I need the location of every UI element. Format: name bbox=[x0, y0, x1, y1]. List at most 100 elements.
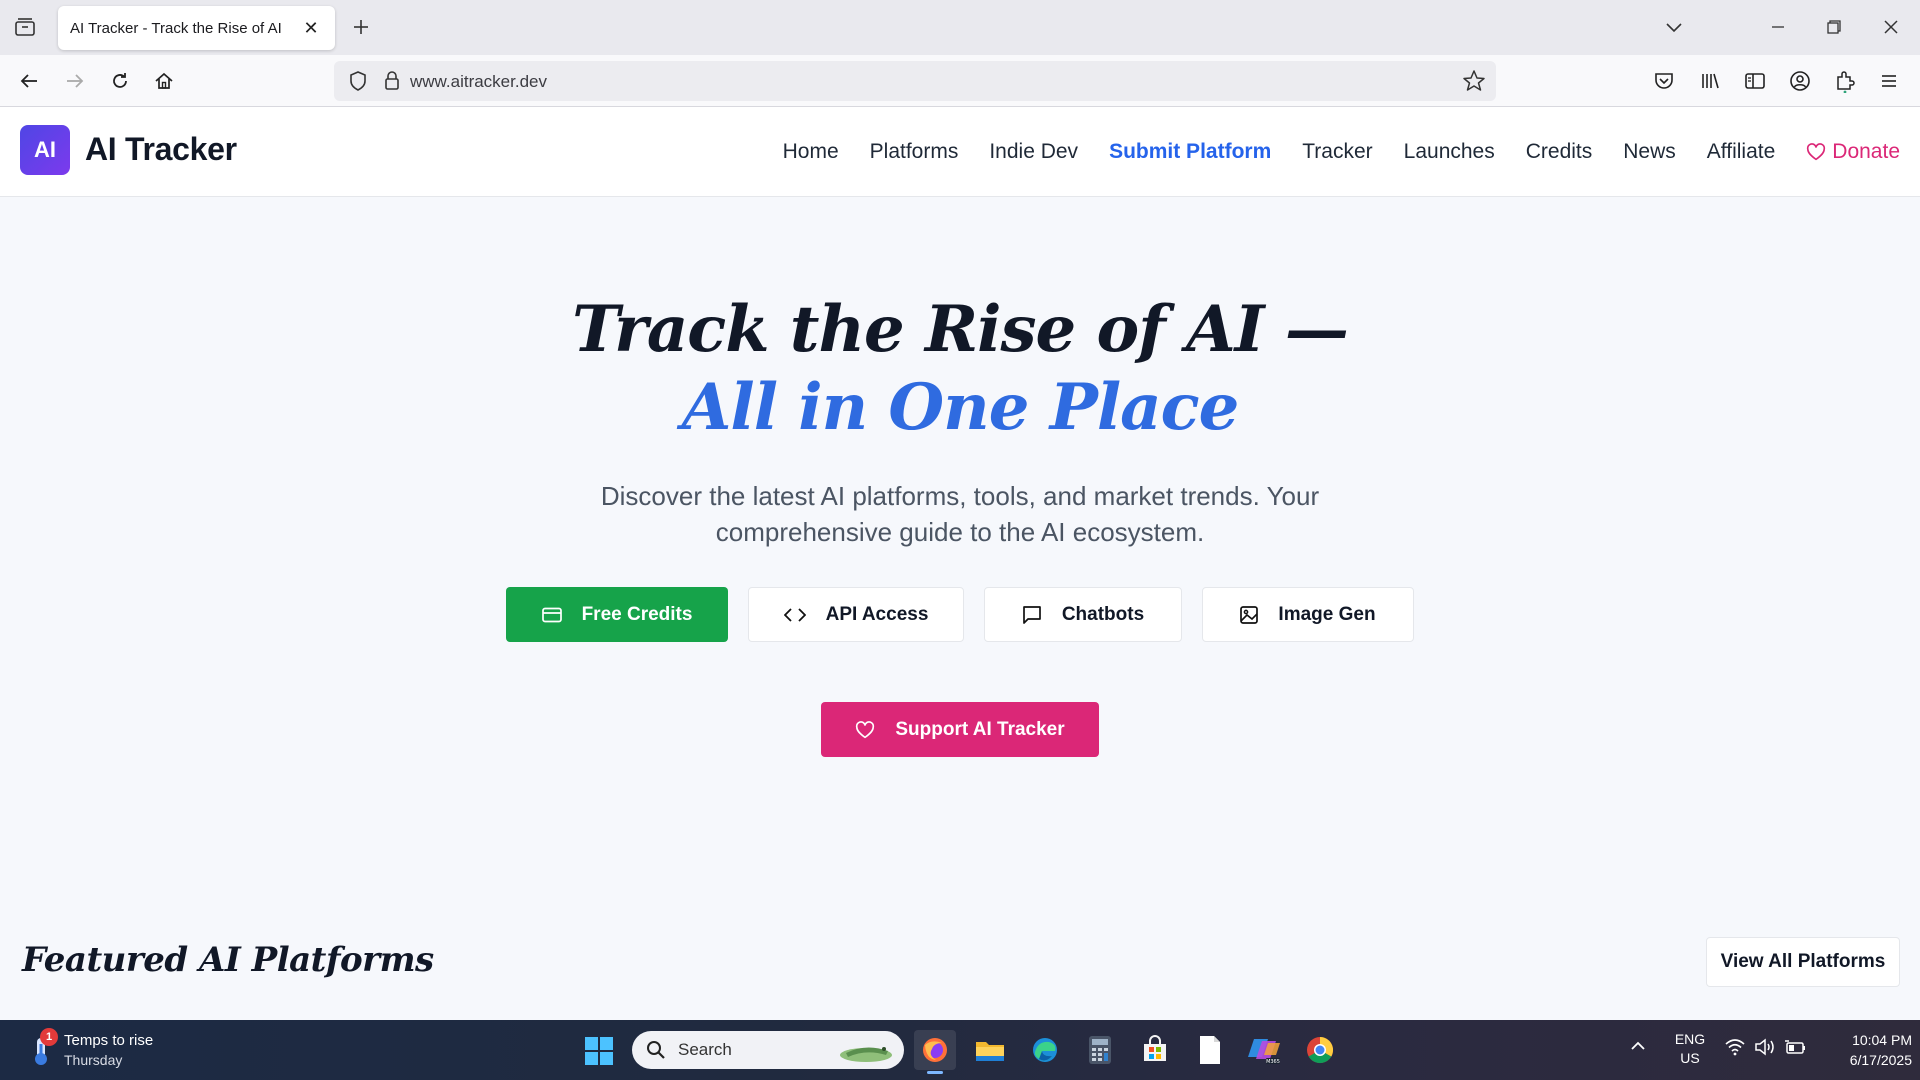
tab-title: AI Tracker - Track the Rise of AI bbox=[70, 19, 282, 37]
nav-indie-dev[interactable]: Indie Dev bbox=[989, 140, 1078, 164]
hero-title-highlight: All in One Place bbox=[681, 370, 1240, 445]
chrome-icon bbox=[1307, 1036, 1334, 1064]
language-indicator[interactable]: ENG US bbox=[1670, 1030, 1710, 1068]
list-all-tabs-icon[interactable] bbox=[1656, 10, 1692, 44]
weather-badge: 1 bbox=[40, 1028, 58, 1046]
account-icon[interactable] bbox=[1783, 64, 1817, 98]
weather-title: Temps to rise bbox=[64, 1032, 154, 1049]
windows-logo-icon bbox=[585, 1037, 613, 1065]
microsoft-365-icon: M365 bbox=[1248, 1039, 1280, 1065]
tab-close-icon[interactable]: ✕ bbox=[299, 16, 323, 40]
hero-title: Track the Rise of AI — bbox=[572, 292, 1349, 367]
image-gen-button[interactable]: Image Gen bbox=[1202, 587, 1414, 642]
image-icon bbox=[1240, 605, 1259, 624]
view-all-platforms-button[interactable]: View All Platforms bbox=[1706, 937, 1900, 987]
battery-icon[interactable] bbox=[1784, 1038, 1806, 1061]
extensions-icon[interactable] bbox=[1828, 64, 1862, 98]
bookmark-star-icon[interactable] bbox=[1458, 65, 1490, 102]
taskbar-store[interactable] bbox=[1134, 1030, 1176, 1070]
main-nav: Home Platforms Indie Dev Submit Platform… bbox=[752, 107, 1900, 197]
donate-label: Donate bbox=[1832, 140, 1900, 163]
sidebar-icon[interactable] bbox=[1738, 64, 1772, 98]
home-icon[interactable] bbox=[147, 64, 181, 98]
nav-launches[interactable]: Launches bbox=[1404, 140, 1495, 164]
taskbar-calculator[interactable] bbox=[1079, 1030, 1121, 1070]
calculator-icon bbox=[1089, 1036, 1111, 1064]
nav-platforms[interactable]: Platforms bbox=[870, 140, 959, 164]
taskbar-edge[interactable] bbox=[1024, 1030, 1066, 1070]
document-icon bbox=[1200, 1036, 1220, 1064]
forward-icon[interactable] bbox=[58, 64, 92, 98]
taskbar-m365[interactable]: M365 bbox=[1244, 1030, 1286, 1070]
logo-text[interactable]: AI Tracker bbox=[85, 131, 237, 168]
volume-icon[interactable] bbox=[1754, 1038, 1776, 1061]
logo-badge[interactable]: AI bbox=[20, 125, 70, 175]
clock-date: 6/17/2025 bbox=[1849, 1052, 1912, 1068]
svg-text:M365: M365 bbox=[1266, 1059, 1280, 1065]
taskbar-search-placeholder: Search bbox=[678, 1040, 732, 1059]
featured-section-title: Featured AI Platforms bbox=[22, 940, 434, 980]
language-code: ENG bbox=[1674, 1031, 1706, 1047]
code-icon bbox=[783, 607, 806, 622]
new-tab-icon[interactable] bbox=[346, 12, 376, 42]
nav-news[interactable]: News bbox=[1623, 140, 1676, 164]
browser-toolbar: www.aitracker.dev bbox=[0, 55, 1920, 107]
region-code: US bbox=[1680, 1050, 1700, 1066]
tab-list-icon[interactable] bbox=[8, 12, 42, 42]
clock-time: 10:04 PM bbox=[1852, 1032, 1912, 1048]
restore-icon[interactable] bbox=[1816, 10, 1852, 44]
nav-tracker[interactable]: Tracker bbox=[1302, 140, 1372, 164]
chatbots-button[interactable]: Chatbots bbox=[984, 587, 1182, 642]
search-icon bbox=[647, 1041, 665, 1059]
weather-subtitle: Thursday bbox=[64, 1052, 123, 1068]
weather-widget[interactable]: 1 Temps to rise Thursday bbox=[24, 1028, 224, 1072]
chat-bubble-icon bbox=[1022, 605, 1041, 624]
support-button[interactable]: Support AI Tracker bbox=[821, 702, 1099, 757]
taskbar-search[interactable]: Search bbox=[632, 1031, 904, 1069]
chatbots-label: Chatbots bbox=[1061, 603, 1145, 625]
start-button[interactable] bbox=[584, 1036, 614, 1071]
taskbar: 1 Temps to rise Thursday Search M365 ENG… bbox=[0, 1020, 1920, 1080]
site-header: AI AI Tracker Home Platforms Indie Dev S… bbox=[0, 107, 1920, 197]
taskbar-notepad[interactable] bbox=[1189, 1030, 1231, 1070]
browser-tab-active[interactable]: AI Tracker - Track the Rise of AI ✕ bbox=[58, 6, 335, 50]
image-gen-label: Image Gen bbox=[1278, 603, 1376, 625]
credit-card-icon bbox=[541, 607, 562, 622]
nav-home[interactable]: Home bbox=[783, 140, 839, 164]
url-text[interactable]: www.aitracker.dev bbox=[410, 72, 547, 92]
tracking-protection-shield-icon[interactable] bbox=[342, 65, 374, 102]
nav-donate[interactable]: Donate bbox=[1806, 140, 1900, 164]
wifi-icon[interactable] bbox=[1724, 1038, 1746, 1061]
lock-icon[interactable] bbox=[376, 65, 408, 102]
system-clock[interactable]: 10:04 PM 6/17/2025 bbox=[1812, 1030, 1912, 1070]
menu-icon[interactable] bbox=[1872, 64, 1906, 98]
minimize-icon[interactable] bbox=[1760, 10, 1796, 44]
firefox-icon bbox=[923, 1038, 947, 1062]
nav-credits[interactable]: Credits bbox=[1526, 140, 1593, 164]
pocket-icon[interactable] bbox=[1647, 64, 1681, 98]
support-label: Support AI Tracker bbox=[895, 718, 1065, 740]
nav-submit-platform[interactable]: Submit Platform bbox=[1109, 140, 1271, 164]
close-window-icon[interactable] bbox=[1873, 10, 1909, 44]
search-highlight-image bbox=[840, 1047, 892, 1062]
taskbar-file-explorer[interactable] bbox=[969, 1030, 1011, 1070]
chevron-up-icon bbox=[1631, 1041, 1645, 1050]
free-credits-button[interactable]: Free Credits bbox=[506, 587, 728, 642]
back-icon[interactable] bbox=[12, 64, 46, 98]
api-access-label: API Access bbox=[825, 603, 929, 625]
taskbar-chrome[interactable] bbox=[1299, 1030, 1341, 1070]
edge-icon bbox=[1033, 1038, 1057, 1062]
heart-icon bbox=[1807, 143, 1826, 161]
browser-tab-bar: AI Tracker - Track the Rise of AI ✕ bbox=[0, 0, 1920, 55]
api-access-button[interactable]: API Access bbox=[748, 587, 964, 642]
taskbar-firefox[interactable] bbox=[914, 1030, 956, 1074]
library-icon[interactable] bbox=[1693, 64, 1727, 98]
show-hidden-icons[interactable] bbox=[1630, 1038, 1646, 1056]
nav-affiliate[interactable]: Affiliate bbox=[1707, 140, 1776, 164]
folder-icon bbox=[976, 1042, 1004, 1061]
url-bar[interactable]: www.aitracker.dev bbox=[334, 61, 1496, 101]
free-credits-label: Free Credits bbox=[581, 603, 693, 625]
heart-icon bbox=[856, 720, 875, 738]
hero-subtitle: Discover the latest AI platforms, tools,… bbox=[600, 481, 1320, 547]
reload-icon[interactable] bbox=[103, 64, 137, 98]
